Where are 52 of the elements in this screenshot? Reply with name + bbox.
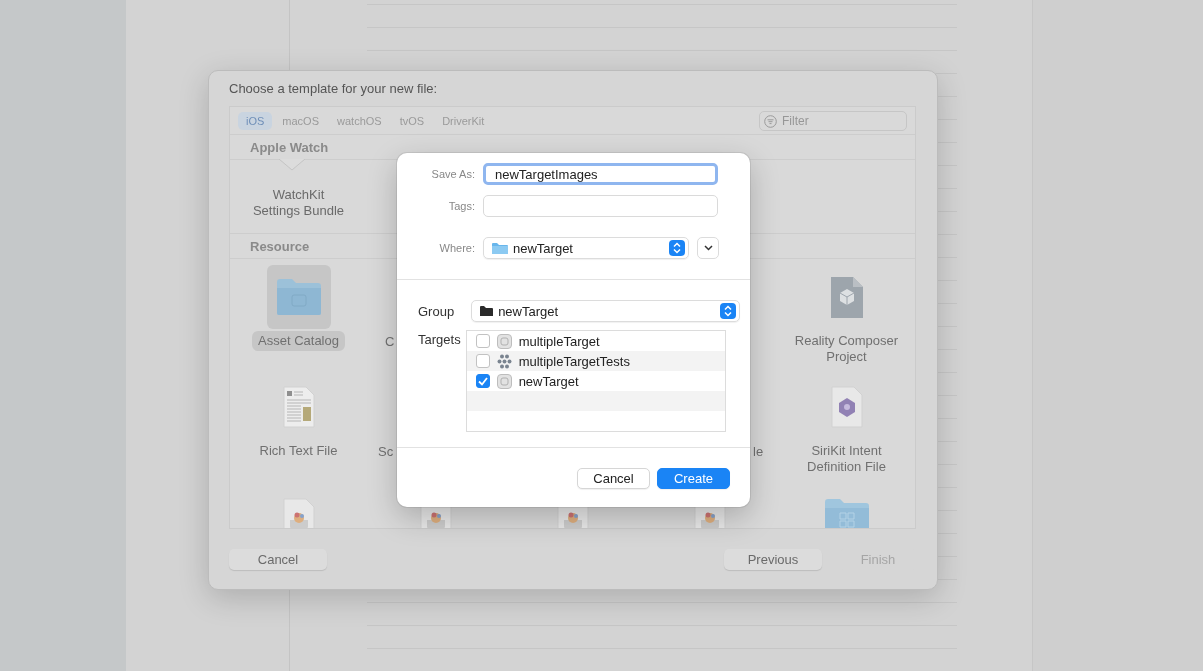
target-name: newTarget bbox=[518, 373, 579, 389]
template-label: WatchKit Settings Bundle bbox=[251, 186, 346, 220]
template-label: Sc bbox=[378, 444, 394, 459]
dialog-button[interactable]: Cancel bbox=[577, 468, 650, 489]
expand-button[interactable] bbox=[697, 237, 719, 259]
app-target-icon bbox=[496, 373, 512, 389]
tags-field[interactable] bbox=[483, 195, 718, 217]
where-popup[interactable]: newTarget bbox=[483, 237, 689, 259]
stepper-icon bbox=[720, 303, 737, 319]
template-label: C bbox=[385, 334, 395, 349]
dialog-button[interactable]: Cancel bbox=[229, 548, 327, 570]
target-name: multipleTarget bbox=[518, 333, 600, 349]
window-title: Choose a template for your new file: bbox=[229, 81, 439, 98]
template-label: Rich Text File bbox=[258, 442, 339, 460]
field-label: Where: bbox=[438, 242, 475, 254]
platform-tab[interactable]: tvOS bbox=[391, 111, 433, 130]
stepper-icon bbox=[669, 240, 685, 256]
checkbox[interactable] bbox=[475, 334, 490, 348]
document-icon bbox=[830, 386, 863, 428]
app-target-icon bbox=[496, 333, 512, 349]
test-target-icon bbox=[496, 353, 512, 369]
template-label: le bbox=[753, 444, 764, 459]
filter-field[interactable]: Filter bbox=[759, 110, 907, 131]
dialog-button[interactable]: Previous bbox=[724, 548, 822, 570]
default-button[interactable]: Create bbox=[657, 468, 730, 489]
folder-icon bbox=[492, 241, 508, 255]
field-label: Targets bbox=[418, 332, 461, 347]
folder-icon bbox=[823, 498, 870, 528]
platform-tab[interactable]: macOS bbox=[274, 111, 328, 130]
field-label: Tags: bbox=[447, 200, 475, 212]
template-label: SiriKit Intent Definition File bbox=[806, 442, 887, 476]
folder-icon bbox=[480, 306, 494, 316]
filter-icon bbox=[764, 114, 777, 128]
template-label: Reality Composer Project bbox=[793, 332, 900, 366]
target-name: multipleTargetTests bbox=[518, 353, 630, 369]
template-label: Asset Catalog bbox=[252, 331, 345, 351]
folder-icon bbox=[275, 278, 322, 316]
field-label: Save As: bbox=[430, 168, 475, 180]
field-label: Group bbox=[418, 303, 455, 319]
platform-tab[interactable]: iOS bbox=[238, 111, 273, 130]
section-title: Resource bbox=[250, 238, 310, 254]
checkbox[interactable] bbox=[475, 354, 490, 368]
document-icon bbox=[829, 275, 864, 319]
template-tile[interactable] bbox=[266, 265, 331, 329]
platform-tab[interactable]: DriverKit bbox=[434, 111, 493, 130]
save-as-field[interactable]: newTargetImages bbox=[483, 163, 718, 185]
platform-tab[interactable]: watchOS bbox=[329, 111, 390, 130]
group-popup[interactable]: newTarget bbox=[471, 300, 741, 322]
chevron-down-icon bbox=[703, 245, 713, 251]
checkbox[interactable] bbox=[475, 374, 490, 388]
section-title: Apple Watch bbox=[250, 139, 329, 155]
document-icon bbox=[282, 386, 315, 428]
